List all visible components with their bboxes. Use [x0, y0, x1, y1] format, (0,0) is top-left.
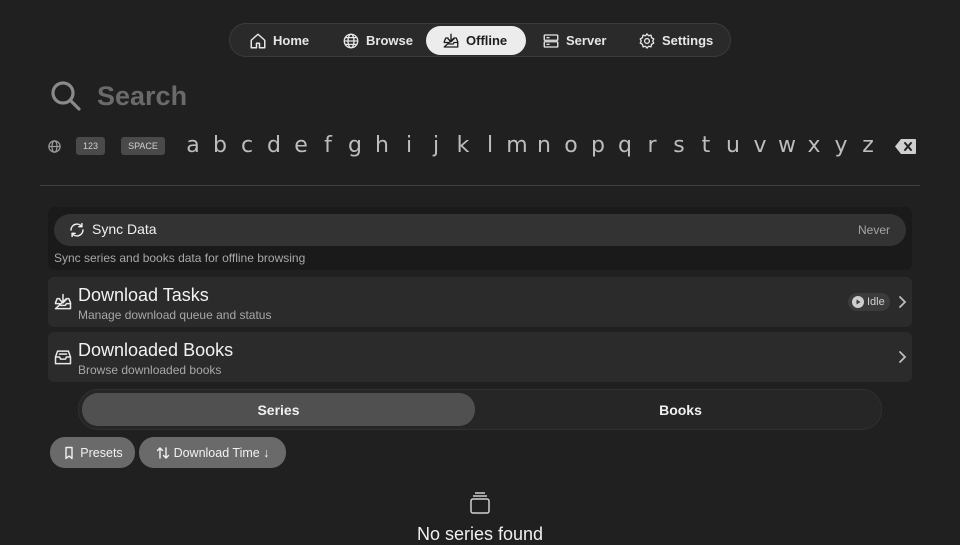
key-n[interactable]: n: [531, 132, 557, 160]
key-o[interactable]: o: [558, 132, 584, 160]
gear-icon: [639, 32, 655, 49]
keyboard-globe-icon[interactable]: [47, 139, 62, 154]
top-nav-bar: Home Browse Offline Server Settings: [229, 23, 731, 57]
download-tray-icon: [54, 293, 72, 310]
key-x[interactable]: x: [801, 132, 827, 160]
key-u[interactable]: u: [720, 132, 746, 160]
key-l[interactable]: l: [477, 132, 503, 160]
sync-icon: [70, 222, 84, 238]
tab-books[interactable]: Books: [484, 393, 877, 426]
nav-server[interactable]: Server: [542, 26, 618, 55]
key-f[interactable]: f: [315, 132, 341, 160]
status-badge: Idle: [848, 293, 890, 311]
key-b[interactable]: b: [207, 132, 233, 160]
nav-offline-label: Offline: [466, 33, 508, 48]
sync-title: Sync Data: [92, 221, 157, 237]
downloaded-books-title: Downloaded Books: [78, 340, 234, 360]
key-g[interactable]: g: [342, 132, 368, 160]
server-icon: [543, 33, 559, 48]
key-r[interactable]: r: [639, 132, 665, 160]
key-e[interactable]: e: [288, 132, 314, 160]
chevron-right-icon: [899, 351, 907, 363]
key-y[interactable]: y: [828, 132, 854, 160]
home-icon: [250, 33, 266, 48]
downloaded-books-subtitle: Browse downloaded books: [78, 363, 222, 377]
key-k[interactable]: k: [450, 132, 476, 160]
nav-server-label: Server: [566, 33, 607, 48]
nav-settings[interactable]: Settings: [638, 26, 722, 55]
sort-button[interactable]: Download Time ↓: [139, 437, 286, 468]
sync-data-button[interactable]: [54, 214, 906, 246]
nav-settings-label: Settings: [662, 33, 714, 48]
download-tray-icon: [443, 33, 459, 48]
play-circle-icon: [852, 296, 864, 308]
key-p[interactable]: p: [585, 132, 611, 160]
keyboard-letters: a b c d e f g h i j k l m n o p q r s t …: [180, 132, 890, 160]
key-m[interactable]: m: [504, 132, 530, 160]
globe-icon: [343, 33, 359, 48]
key-i[interactable]: i: [396, 132, 422, 160]
key-v[interactable]: v: [747, 132, 773, 160]
bookmark-icon: [65, 446, 73, 459]
key-z[interactable]: z: [855, 132, 881, 160]
nav-offline[interactable]: Offline: [426, 26, 526, 55]
space-key[interactable]: SPACE: [121, 137, 165, 155]
tab-series[interactable]: Series: [82, 393, 475, 426]
key-j[interactable]: j: [423, 132, 449, 160]
key-a[interactable]: a: [180, 132, 206, 160]
stack-icon: [470, 492, 490, 514]
sync-status: Never: [857, 223, 890, 237]
presets-label: Presets: [80, 445, 123, 460]
search-divider: [40, 185, 920, 186]
status-badge-label: Idle: [867, 296, 885, 308]
backspace-icon[interactable]: [894, 138, 917, 155]
search-input[interactable]: [97, 78, 497, 114]
nav-home[interactable]: Home: [249, 26, 319, 55]
download-tasks-title: Download Tasks: [78, 285, 209, 305]
sort-icon: [156, 446, 169, 459]
key-h[interactable]: h: [369, 132, 395, 160]
numeric-key[interactable]: 123: [76, 137, 105, 155]
key-c[interactable]: c: [234, 132, 260, 160]
nav-browse[interactable]: Browse: [342, 26, 414, 55]
presets-button[interactable]: Presets: [50, 437, 135, 468]
empty-state-title: No series found: [416, 524, 544, 544]
chevron-right-icon: [899, 296, 907, 308]
key-w[interactable]: w: [774, 132, 800, 160]
key-q[interactable]: q: [612, 132, 638, 160]
key-d[interactable]: d: [261, 132, 287, 160]
search-icon: [51, 81, 81, 111]
nav-home-label: Home: [273, 33, 310, 48]
key-t[interactable]: t: [693, 132, 719, 160]
download-tasks-subtitle: Manage download queue and status: [78, 308, 272, 322]
sync-description: Sync series and books data for offline b…: [54, 251, 306, 265]
nav-browse-label: Browse: [366, 33, 413, 48]
key-s[interactable]: s: [666, 132, 692, 160]
sort-label: Download Time ↓: [173, 445, 270, 460]
inbox-icon: [54, 350, 72, 365]
